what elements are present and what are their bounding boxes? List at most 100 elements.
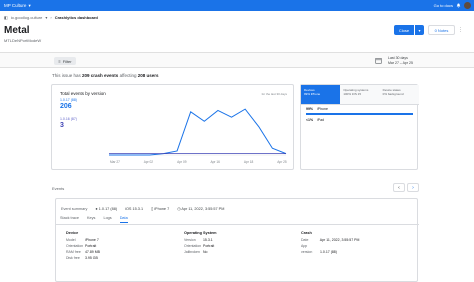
distribution-card: Devices 99% iPhone Operating systems 100… <box>300 84 419 170</box>
event-device: iPhone 7 <box>154 207 170 211</box>
device-chip: ▯ iPhone 7 <box>151 207 170 211</box>
chevron-down-icon[interactable]: ▾ <box>45 15 47 20</box>
events-line-chart[interactable]: Mar 27 Apr 02 Apr 09 Apr 16 Apr 18 Apr 25 <box>107 99 290 165</box>
breadcrumb-page[interactable]: Crashlytics dashboard <box>55 15 98 20</box>
x-tick-label: Apr 25 <box>277 160 287 164</box>
breadcrumb: ◧ io.goodlog.culture ▾ › Crashlytics das… <box>4 15 98 20</box>
distribution-name: iPad <box>317 118 325 122</box>
previous-event-button[interactable]: ‹ <box>393 183 405 192</box>
x-tick-label: Apr 02 <box>144 160 154 164</box>
issue-title: Metal <box>4 25 30 36</box>
x-tick-label: Mar 27 <box>110 160 120 164</box>
event-card: Event summary ● 1.0.17 (88) iOS 15.3.1 ▯… <box>55 198 419 282</box>
x-tick-label: Apr 16 <box>210 160 220 164</box>
detail-value: 47.89 MB <box>84 250 100 254</box>
os-chip: iOS 15.3.1 <box>125 207 143 211</box>
events-section: Events ‹ › Event summary ● 1.0.17 (88) i… <box>51 181 419 282</box>
event-summary-row: Event summary ● 1.0.17 (88) iOS 15.3.1 ▯… <box>61 206 225 212</box>
detail-row: App version 1.0.17 (88) <box>301 243 359 255</box>
series2-legend: 1.0.16 (87) <box>60 117 77 121</box>
device-column: Device Model iPhone 7 Orientation Portra… <box>66 230 100 261</box>
close-issue-button[interactable]: Close <box>394 25 414 35</box>
top-bar: MP Culture ▾ Go to docs <box>0 0 474 11</box>
summary-prefix: This issue has <box>52 73 81 78</box>
detail-row: Jailbroken No <box>184 249 217 255</box>
tab-data[interactable]: Data <box>119 216 128 223</box>
breadcrumb-app[interactable]: io.goodlog.culture <box>11 15 43 20</box>
distribution-name: iPhone <box>317 107 328 111</box>
chart-note: for the last 30 days <box>261 92 287 96</box>
crash-header: Crash <box>301 231 312 235</box>
tab-stack-trace[interactable]: Stack trace <box>60 216 79 223</box>
event-tabs: Stack trace Keys Logs Data <box>60 216 128 223</box>
tab-operating-systems[interactable]: Operating systems 100% iOS 15 <box>340 85 380 105</box>
app-icon: ◧ <box>4 15 8 20</box>
breadcrumb-separator: › <box>50 15 52 20</box>
issue-subtitle: MTLDeNPortModeW <box>4 38 42 43</box>
notifications-bell-icon[interactable] <box>456 3 461 8</box>
detail-key: App version <box>301 244 313 254</box>
event-os: iOS 15.3.1 <box>125 206 144 211</box>
detail-value: 1.0.17 (88) <box>319 250 337 254</box>
go-to-docs-link[interactable]: Go to docs <box>434 3 453 8</box>
summary-crashes: 209 crash events <box>82 73 119 78</box>
calendar-icon[interactable] <box>375 57 382 64</box>
tab-devices-sub: 99% iPhone <box>304 92 321 96</box>
detail-key: Disk free <box>66 256 80 260</box>
distribution-tabs: Devices 99% iPhone Operating systems 100… <box>301 85 419 105</box>
detail-key: Jailbroken <box>184 250 200 254</box>
version-chip: ● 1.0.17 (88) <box>95 206 118 211</box>
tab-states-sub: 0% background <box>382 92 404 96</box>
event-summary-label: Event summary <box>61 206 88 211</box>
distribution-row: <1% iPad <box>306 118 324 122</box>
time-chip: ◷ Apr 11, 2022, 3:55:57 PM <box>177 207 225 211</box>
filter-bar: ≡ Filter Last 30 days Mar 27 – Apr 25 <box>0 52 474 68</box>
detail-row: Disk free 3.95 GB <box>66 255 100 261</box>
summary-middle: affecting <box>119 73 137 78</box>
detail-value: Portrait <box>202 244 215 248</box>
project-name: MP Culture <box>4 3 27 8</box>
detail-value: 15.3.1 <box>202 238 213 242</box>
series1-value: 206 <box>60 103 72 110</box>
series2-value: 3 <box>60 122 64 129</box>
date-range-value: Mar 27 – Apr 25 <box>388 60 413 65</box>
date-range-selector[interactable]: Last 30 days Mar 27 – Apr 25 <box>388 56 413 65</box>
tab-os-sub: 100% iOS 15 <box>343 92 362 96</box>
distribution-row: 99% iPhone <box>306 107 328 111</box>
crash-column: Crash Date Apr 11, 2022, 3:55:57 PM App … <box>301 230 359 255</box>
detail-value: iPhone 7 <box>84 238 99 242</box>
events-chart-card: Total events by version for the last 30 … <box>51 84 294 170</box>
detail-value: Portrait <box>84 244 97 248</box>
tab-keys[interactable]: Keys <box>87 216 95 223</box>
event-time: Apr 11, 2022, 3:55:57 PM <box>181 207 225 211</box>
tab-logs[interactable]: Logs <box>103 216 111 223</box>
divider <box>56 224 419 225</box>
event-version: 1.0.17 (88) <box>98 206 118 211</box>
chart-title: Total events by version <box>60 91 106 96</box>
distribution-bar <box>306 113 413 115</box>
series-line-1[interactable] <box>109 108 287 156</box>
tab-device-states[interactable]: Device states 0% background <box>379 85 419 105</box>
more-options-icon[interactable]: ⋮ <box>458 27 463 33</box>
filter-icon: ≡ <box>58 58 61 64</box>
tab-devices[interactable]: Devices 99% iPhone <box>301 85 341 105</box>
detail-value: No <box>202 250 208 254</box>
series1-legend: 1.0.17 (88) <box>60 98 77 102</box>
project-selector[interactable]: MP Culture ▾ <box>4 3 31 9</box>
issue-summary: This issue has 209 crash events affectin… <box>52 73 159 78</box>
chevron-down-icon: ▾ <box>28 2 31 8</box>
filter-button[interactable]: ≡ Filter <box>54 57 76 65</box>
os-header: Operating System <box>184 231 217 235</box>
summary-users: 208 users <box>137 73 159 78</box>
avatar[interactable] <box>464 2 471 9</box>
x-tick-label: Apr 09 <box>177 160 187 164</box>
x-tick-label: Apr 18 <box>244 160 254 164</box>
os-column: Operating System Version 15.3.1 Orientat… <box>184 230 217 255</box>
detail-value: 3.95 GB <box>84 256 98 260</box>
next-event-button[interactable]: › <box>407 183 419 192</box>
distribution-percent: 99% <box>306 107 314 111</box>
distribution-percent: <1% <box>306 118 314 122</box>
notes-button[interactable]: 0 Notes <box>428 25 455 35</box>
filter-label: Filter <box>62 58 72 64</box>
close-options-dropdown[interactable]: ▾ <box>415 25 424 35</box>
